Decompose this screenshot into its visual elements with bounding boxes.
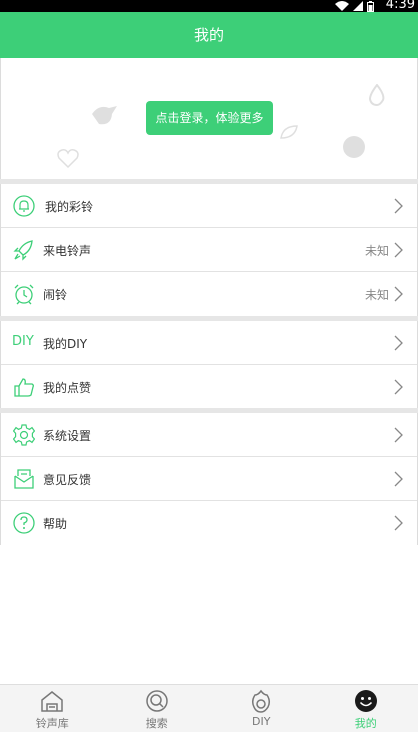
status-icons — [335, 0, 374, 12]
question-icon — [13, 512, 35, 534]
rocket-icon — [13, 240, 33, 261]
menu-item-label: 我的DIY — [43, 337, 88, 351]
page-title: 我的 — [193, 26, 224, 44]
chevron-right-icon — [394, 427, 403, 443]
decorative-leaf-icon — [280, 125, 298, 139]
tab-label: 铃声库 — [35, 717, 69, 730]
status-time: 4:39 — [385, 0, 415, 12]
tab-label: 我的 — [354, 717, 377, 730]
search-icon — [146, 690, 168, 712]
chevron-right-icon — [394, 379, 403, 395]
menu-item-feedback[interactable]: 意见反馈 — [0, 457, 418, 501]
gear-icon — [13, 424, 35, 446]
menu-item-label: 我的点赞 — [43, 381, 92, 395]
status-bar: 4:39 — [0, 0, 418, 12]
menu-item-my-likes[interactable]: 我的点赞 — [0, 365, 418, 409]
menu-item-value: 未知 — [364, 244, 389, 258]
menu-item-caller-ringtone[interactable]: 来电铃声 未知 — [0, 228, 418, 272]
menu-item-settings[interactable]: 系统设置 — [0, 413, 418, 457]
menu-item-help[interactable]: 帮助 — [0, 501, 418, 545]
header: 我的 — [0, 12, 418, 58]
login-banner: 点击登录，体验更多 — [0, 58, 418, 179]
decorative-broken-heart-icon — [57, 149, 79, 168]
home-icon — [41, 691, 63, 712]
tab-label: DIY — [252, 715, 271, 728]
mail-icon — [14, 469, 34, 489]
diy-icon: DIY — [12, 334, 34, 349]
bell-icon — [13, 195, 35, 217]
menu-item-label: 帮助 — [43, 517, 68, 531]
signal-icon — [353, 1, 363, 11]
chevron-right-icon — [394, 242, 403, 258]
menu-item-label: 意见反馈 — [43, 473, 92, 487]
smiley-icon — [354, 690, 377, 712]
menu-item-value: 未知 — [364, 288, 389, 302]
menu-item-my-ringback[interactable]: 我的彩铃 — [0, 184, 418, 228]
decorative-globe-icon — [343, 136, 365, 158]
alarm-clock-icon — [14, 284, 34, 305]
tab-search[interactable]: 搜索 — [105, 685, 210, 732]
diy-tab-icon — [252, 689, 271, 713]
chevron-right-icon — [394, 471, 403, 487]
chevron-right-icon — [394, 515, 403, 531]
tab-diy[interactable]: DIY — [209, 685, 314, 732]
menu-item-my-diy[interactable]: DIY 我的DIY — [0, 321, 418, 365]
battery-icon — [367, 0, 374, 12]
bottom-tab-bar: 铃声库 搜索 DIY 我的 — [0, 684, 418, 732]
tab-ringtone-library[interactable]: 铃声库 — [0, 685, 105, 732]
menu-item-alarm[interactable]: 闹铃 未知 — [0, 272, 418, 316]
chevron-right-icon — [394, 198, 403, 214]
tab-label: 搜索 — [145, 717, 168, 730]
tab-mine[interactable]: 我的 — [314, 685, 418, 732]
chevron-right-icon — [394, 286, 403, 302]
wifi-icon — [335, 1, 349, 11]
menu-item-label: 闹铃 — [43, 288, 68, 302]
menu-item-label: 系统设置 — [43, 429, 92, 443]
login-button[interactable]: 点击登录，体验更多 — [146, 101, 273, 135]
decorative-bird-icon — [92, 106, 117, 125]
chevron-right-icon — [394, 335, 403, 351]
menu-item-label: 我的彩铃 — [45, 200, 94, 214]
thumbs-up-icon — [14, 378, 34, 397]
menu-item-label: 来电铃声 — [43, 244, 92, 258]
decorative-drop-icon — [368, 84, 385, 106]
